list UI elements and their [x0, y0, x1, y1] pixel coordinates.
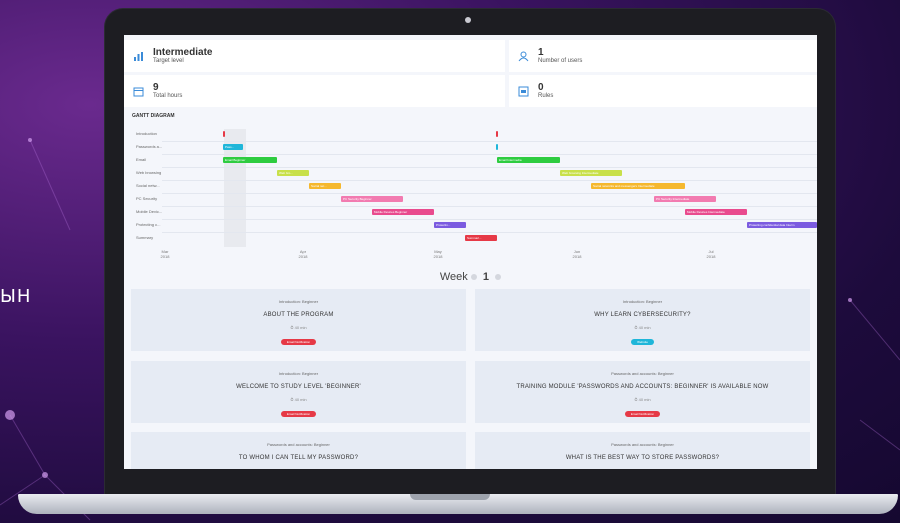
laptop-notch: [410, 494, 490, 500]
rules-icon: [518, 86, 529, 96]
gantt-bar-mobile-intermediate[interactable]: Mobile Devices Intermediate: [685, 209, 747, 215]
card-title: ABOUT THE PROGRAM: [263, 312, 334, 318]
gantt-bar-passwords[interactable]: Pass...: [223, 144, 243, 150]
card-category: Passwords and accounts: Beginner: [611, 442, 674, 447]
gantt-bar-passwords-2[interactable]: [496, 144, 498, 150]
card-category: Passwords and accounts: Beginner: [267, 442, 330, 447]
gantt-bar-email-intermediate[interactable]: Email Intermedia: [497, 157, 560, 163]
gantt-tick: Mar 2018: [160, 249, 170, 259]
rules-label: Rules: [538, 93, 554, 99]
gantt-bar-introduction[interactable]: [223, 131, 225, 137]
card-category: Introduction: Beginner: [278, 371, 319, 376]
gantt-bar-introduction-2[interactable]: [496, 131, 498, 137]
app-screen: Intermediate Target level 1 Number of user…: [124, 35, 817, 469]
week-selector: Week 1: [124, 271, 817, 283]
gantt-row-line: [162, 193, 817, 194]
gantt-row-line: [162, 232, 817, 233]
gantt-tick: Jul 2018: [706, 249, 716, 259]
gantt-bar-social-beginner[interactable]: Social net...: [309, 183, 341, 189]
gantt-row-label: Web browsing: [136, 170, 162, 175]
card-duration: ⏱ 40 min: [634, 397, 651, 402]
users-value: 1: [538, 47, 544, 58]
gantt-bar-protecting-beginner[interactable]: Protectin...: [434, 222, 466, 228]
gantt-row-line: [162, 206, 817, 207]
bar-chart-icon: [134, 51, 143, 61]
card-title: WHAT IS THE BEST WAY TO STORE PASSWORDS?: [565, 455, 720, 461]
lesson-card[interactable]: Introduction: Beginner WHY LEARN CYBERSE…: [475, 289, 810, 351]
total-hours-value: 9: [153, 82, 159, 93]
gantt-row-label: Mobile Devic...: [136, 209, 163, 214]
card-title: WELCOME TO STUDY LEVEL 'BEGINNER': [236, 384, 361, 390]
calendar-icon: [133, 87, 144, 96]
gantt-row-label: PC Security: [136, 196, 158, 201]
week-number: 1: [482, 271, 490, 283]
users-icon: [518, 51, 529, 61]
card-category: Introduction: Beginner: [278, 299, 319, 304]
card-badge: Email Notification: [280, 339, 317, 345]
lesson-card[interactable]: Passwords and accounts: Beginner WHAT IS…: [475, 432, 810, 469]
card-category: Introduction: Beginner: [622, 299, 663, 304]
card-category: Passwords and accounts: Beginner: [611, 371, 674, 376]
card-duration: ⏱ 40 min: [290, 397, 307, 402]
week-prev-dot[interactable]: [470, 274, 477, 281]
gantt-row-line: [162, 219, 817, 220]
gantt-row-line: [162, 167, 817, 168]
gantt-tick: Jun 2018: [572, 249, 582, 259]
gantt-row-label: Social netw...: [136, 183, 160, 188]
rules-value: 0: [538, 82, 544, 93]
stat-rules: 0 Rules: [509, 75, 817, 107]
camera-icon: [465, 17, 471, 23]
gantt-bar-pc-beginner[interactable]: PC Security Beginner: [341, 196, 403, 202]
target-level-label: Target level: [153, 58, 184, 64]
gantt-row-label: Summary: [136, 235, 154, 240]
gantt-row-line: [162, 180, 817, 181]
card-duration: ⏱ 40 min: [290, 325, 307, 330]
gantt-row-label: Passwords a...: [136, 144, 163, 149]
week-label: Week: [439, 271, 468, 283]
side-partial-text: ЫН: [0, 286, 32, 307]
gantt-row-line: [162, 154, 817, 155]
week-next-dot[interactable]: [495, 274, 502, 281]
gantt-bar-email-beginner[interactable]: Email Beginner: [223, 157, 277, 163]
gantt-bar-protecting-intermediate[interactable]: Protecting confidential data Interm: [747, 222, 817, 228]
lesson-card[interactable]: Introduction: Beginner ABOUT THE PROGRAM…: [131, 289, 466, 351]
card-title: WHY LEARN CYBERSECURITY?: [594, 312, 691, 318]
gantt-bar-summary[interactable]: Summari...: [465, 235, 497, 241]
card-badge: Email Notification: [280, 411, 317, 417]
target-level-value: Intermediate: [153, 47, 213, 58]
lesson-card[interactable]: Passwords and accounts: Beginner TO WHOM…: [131, 432, 466, 469]
card-duration: ⏱ 40 min: [634, 325, 651, 330]
lesson-card[interactable]: Passwords and accounts: Beginner TRAININ…: [475, 361, 810, 423]
total-hours-label: Total hours: [153, 93, 183, 99]
gantt-tick: May 2018: [433, 249, 443, 259]
gantt-title: GANTT DIAGRAM: [132, 113, 175, 119]
gantt-row-label: Introduction: [136, 131, 157, 136]
users-label: Number of users: [538, 58, 583, 64]
gantt-bar-social-intermediate[interactable]: Social networks and messengers Intermedi…: [591, 183, 685, 189]
lesson-card[interactable]: Introduction: Beginner WELCOME TO STUDY …: [131, 361, 466, 423]
gantt-bar-pc-intermediate[interactable]: PC Security Intermediate: [654, 196, 716, 202]
gantt-row-label: Protecting c...: [136, 222, 161, 227]
stat-number-of-users: 1 Number of users: [509, 40, 817, 72]
stat-total-hours: 9 Total hours: [124, 75, 505, 107]
card-badge: Email Notification: [624, 411, 661, 417]
gantt-tick: Apr 2018: [298, 249, 308, 259]
card-badge: Website: [631, 339, 654, 345]
gantt-bar-web-intermediate[interactable]: Web browsing Intermediate: [560, 170, 622, 176]
gantt-bar-web-beginner[interactable]: Web bro...: [277, 170, 309, 176]
gantt-row-label: Email: [136, 157, 147, 162]
gantt-row-line: [162, 141, 817, 142]
card-title: TO WHOM I CAN TELL MY PASSWORD?: [238, 455, 359, 461]
gantt-bar-mobile-beginner[interactable]: Mobile Devices Beginner: [372, 209, 434, 215]
stat-target-level: Intermediate Target level: [124, 40, 505, 72]
card-title: TRAINING MODULE 'PASSWORDS AND ACCOUNTS:…: [516, 384, 769, 390]
